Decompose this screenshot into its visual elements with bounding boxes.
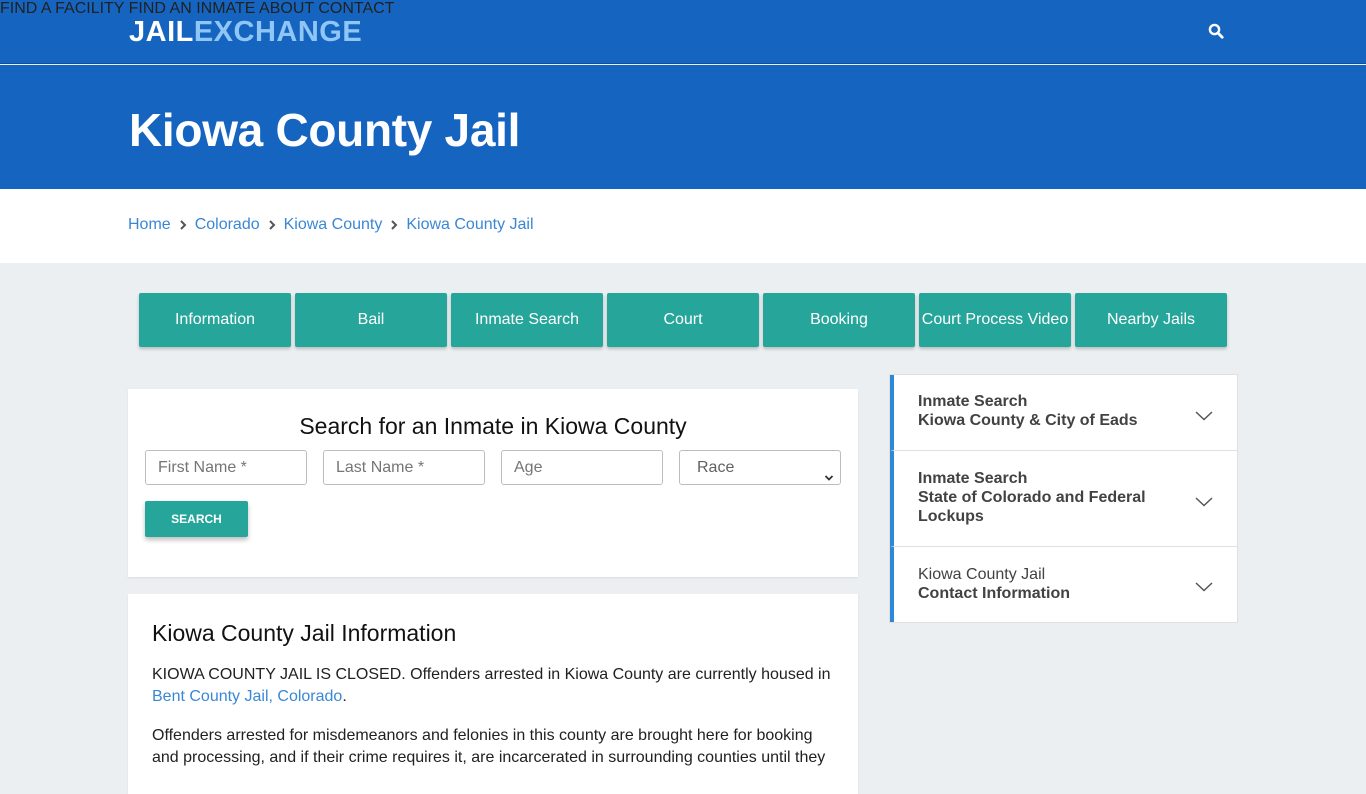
breadcrumb-kiowa-county[interactable]: Kiowa County [284,216,383,234]
page-title: Kiowa County Jail [129,104,521,156]
inmate-search-card: Search for an Inmate in Kiowa County Rac… [128,389,858,577]
tab-booking[interactable]: Booking [763,293,915,347]
accordion-label-line1: Kiowa County Jail [918,566,1046,583]
info-title: Kiowa County Jail Information [152,620,457,646]
chevron-right-icon [382,217,406,233]
first-name-input[interactable] [145,450,307,485]
race-select-value: Race [697,459,735,476]
accordion-label-line1: Inmate Search [918,393,1028,410]
sidebar-accordion: Inmate Search Kiowa County & City of Ead… [889,374,1238,623]
info-closed-period: . [342,688,347,705]
logo-text-jail: JAIL [129,16,194,48]
nav-find-a-facility[interactable]: FIND A FACILITY [0,0,124,17]
breadcrumb: Home Colorado Kiowa County Kiowa County … [128,216,534,234]
top-navbar: JAILEXCHANGE FIND A FACILITY FIND AN INM… [0,0,1366,64]
accordion-contact-information[interactable]: Kiowa County Jail Contact Information [890,547,1237,622]
accordion-label-line2: Kiowa County & City of Eads [918,412,1138,429]
breadcrumb-home[interactable]: Home [128,216,171,234]
chevron-down-icon [1195,494,1213,507]
tab-inmate-search[interactable]: Inmate Search [451,293,603,347]
search-form-title: Search for an Inmate in Kiowa County [299,413,687,439]
tab-bail[interactable]: Bail [295,293,447,347]
breadcrumb-colorado[interactable]: Colorado [195,216,260,234]
chevron-right-icon [260,217,284,233]
info-closed-text: KIOWA COUNTY JAIL IS CLOSED. Offenders a… [152,666,831,683]
nav-contact[interactable]: CONTACT [318,0,394,17]
breadcrumb-bar: Home Colorado Kiowa County Kiowa County … [0,189,1366,263]
last-name-input[interactable] [323,450,485,485]
search-button[interactable]: SEARCH [145,501,248,537]
page-hero: Kiowa County Jail [0,65,1366,189]
tab-information[interactable]: Information [139,293,291,347]
jailexchange-logo[interactable]: JAILEXCHANGE [129,16,362,49]
chevron-down-icon [1195,408,1213,421]
tab-court[interactable]: Court [607,293,759,347]
chevron-down-icon [824,462,834,481]
nav-about[interactable]: ABOUT [259,0,314,17]
chevron-down-icon [1195,579,1213,592]
jail-information-card: Kiowa County Jail Information KIOWA COUN… [128,594,858,794]
tab-court-process-video[interactable]: Court Process Video [919,293,1071,347]
logo-text-exchange: EXCHANGE [193,16,363,48]
age-input[interactable] [501,450,663,485]
info-paragraph-processing: Offenders arrested for misdemeanors and … [152,727,826,766]
race-select[interactable]: Race [679,450,841,485]
info-paragraph-closed: KIOWA COUNTY JAIL IS CLOSED. Offenders a… [152,664,842,708]
accordion-inmate-search-state[interactable]: Inmate Search State of Colorado and Fede… [890,451,1237,547]
search-icon[interactable] [1208,23,1224,39]
chevron-right-icon [171,217,195,233]
accordion-label-line1: Inmate Search [918,470,1028,487]
accordion-label-line2: State of Colorado and Federal Lockups [918,489,1146,525]
nav-find-an-inmate[interactable]: FIND AN INMATE [129,0,256,17]
breadcrumb-kiowa-county-jail[interactable]: Kiowa County Jail [406,216,533,234]
section-tabs: Information Bail Inmate Search Court Boo… [139,293,1227,347]
accordion-label-line2: Contact Information [918,585,1070,602]
accordion-inmate-search-kiowa[interactable]: Inmate Search Kiowa County & City of Ead… [890,375,1237,451]
tab-nearby-jails[interactable]: Nearby Jails [1075,293,1227,347]
bent-county-jail-link[interactable]: Bent County Jail, Colorado [152,688,342,705]
